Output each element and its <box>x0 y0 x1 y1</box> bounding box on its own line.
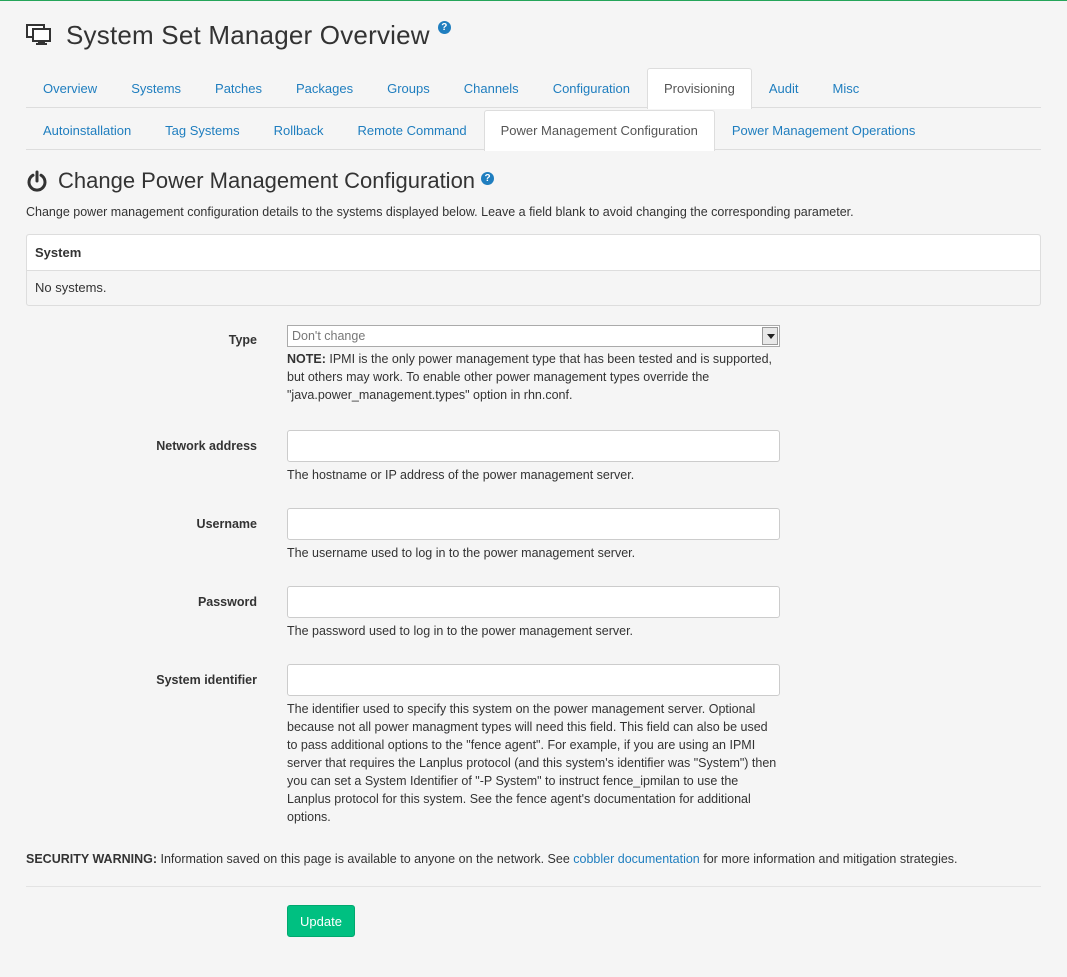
network-address-input[interactable] <box>287 430 780 462</box>
table-empty-message: No systems. <box>35 280 107 295</box>
username-help: The username used to log in to the power… <box>287 546 636 560</box>
tab-provisioning[interactable]: Provisioning <box>647 68 752 109</box>
tab-configuration[interactable]: Configuration <box>536 68 647 108</box>
note-label: NOTE: <box>287 352 326 366</box>
primary-tabs: Overview Systems Patches Packages Groups… <box>26 68 1041 109</box>
systems-table: System No systems. <box>26 234 1041 306</box>
username-group: The username used to log in to the power… <box>287 508 780 562</box>
tab-power-management-operations[interactable]: Power Management Operations <box>715 110 933 150</box>
network-address-group: The hostname or IP address of the power … <box>287 430 780 484</box>
password-label: Password <box>197 595 257 609</box>
password-help: The password used to log in to the power… <box>287 624 634 638</box>
type-select[interactable]: Don't change <box>287 325 780 347</box>
tab-patches[interactable]: Patches <box>198 68 279 108</box>
username-label: Username <box>196 517 257 531</box>
table-header-system[interactable]: System <box>27 235 1040 271</box>
system-identifier-input[interactable] <box>287 664 780 696</box>
type-select-value: Don't change <box>292 329 366 343</box>
password-input[interactable] <box>287 586 780 618</box>
divider <box>26 886 1041 887</box>
update-button[interactable]: Update <box>287 905 355 937</box>
tab-audit[interactable]: Audit <box>752 68 816 108</box>
tab-packages[interactable]: Packages <box>279 68 370 108</box>
system-identifier-label: System identifier <box>156 673 257 687</box>
cobbler-documentation-link[interactable]: cobbler documentation <box>573 852 699 866</box>
type-field-group: Don't change NOTE: IPMI is the only powe… <box>287 325 780 404</box>
tab-groups[interactable]: Groups <box>370 68 447 108</box>
tab-power-management-configuration[interactable]: Power Management Configuration <box>483 110 715 151</box>
section-title: Change Power Management Configuration ? <box>26 167 495 195</box>
warning-label: SECURITY WARNING: <box>26 852 158 866</box>
power-icon <box>27 170 47 192</box>
username-input[interactable] <box>287 508 780 540</box>
tab-channels[interactable]: Channels <box>447 68 536 108</box>
help-icon[interactable]: ? <box>481 171 495 185</box>
tab-remote-command[interactable]: Remote Command <box>340 110 483 150</box>
system-set-icon <box>26 24 51 45</box>
network-address-help: The hostname or IP address of the power … <box>287 468 635 482</box>
type-note: NOTE: IPMI is the only power management … <box>287 350 780 404</box>
page-title: System Set Manager Overview <box>66 19 430 50</box>
warning-text-before: Information saved on this page is availa… <box>157 852 574 866</box>
intro-text: Change power management configuration de… <box>26 205 854 219</box>
system-identifier-group: The identifier used to specify this syst… <box>287 664 780 826</box>
help-icon[interactable]: ? <box>437 20 451 34</box>
page-header: System Set Manager Overview ? <box>26 19 451 51</box>
chevron-down-icon[interactable] <box>762 327 778 345</box>
security-warning: SECURITY WARNING: Information saved on t… <box>26 852 958 866</box>
tab-autoinstallation[interactable]: Autoinstallation <box>26 110 148 150</box>
tab-misc[interactable]: Misc <box>815 68 876 108</box>
network-address-label: Network address <box>156 439 257 453</box>
system-identifier-help: The identifier used to specify this syst… <box>287 702 777 824</box>
tab-systems[interactable]: Systems <box>114 68 198 108</box>
note-text: IPMI is the only power management type t… <box>287 352 772 402</box>
tab-rollback[interactable]: Rollback <box>257 110 341 150</box>
warning-text-after: for more information and mitigation stra… <box>699 852 958 866</box>
type-label: Type <box>228 333 257 347</box>
tab-overview[interactable]: Overview <box>26 68 114 108</box>
tab-tag-systems[interactable]: Tag Systems <box>148 110 256 150</box>
secondary-tabs: Autoinstallation Tag Systems Rollback Re… <box>26 110 1041 151</box>
password-group: The password used to log in to the power… <box>287 586 780 640</box>
section-heading: Change Power Management Configuration <box>58 168 476 193</box>
